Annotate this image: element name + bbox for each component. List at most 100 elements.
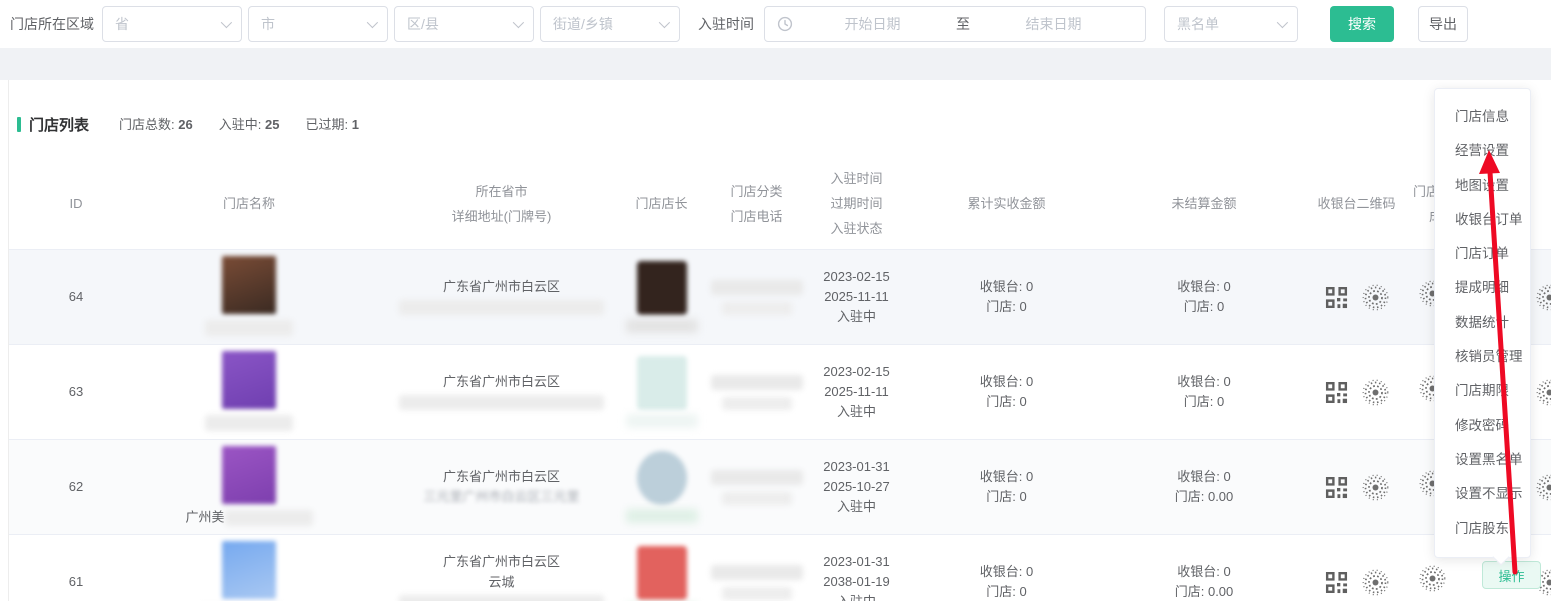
cell-manager — [614, 356, 709, 428]
join-time-label: 入驻时间 — [698, 14, 754, 34]
menu-item-8[interactable]: 核销员管理 — [1435, 340, 1530, 374]
stat-item: 门店总数: 26 — [119, 117, 193, 132]
chevron-down-icon — [221, 17, 232, 28]
blacklist-select[interactable]: 黑名单 — [1164, 6, 1298, 42]
export-button[interactable]: 导出 — [1418, 6, 1468, 42]
column-header: 收银台二维码 — [1304, 192, 1409, 217]
menu-item-2[interactable]: 经营设置 — [1435, 134, 1530, 168]
cell-id: 64 — [9, 287, 109, 307]
column-header: 所在省市 详细地址(门牌号) — [389, 180, 614, 229]
district-select[interactable]: 区/县 — [394, 6, 534, 42]
mini-program-code-icon[interactable] — [1362, 569, 1389, 596]
qr-code-icon[interactable] — [1325, 571, 1348, 594]
mini-program-code-icon[interactable] — [1419, 565, 1446, 592]
menu-item-4[interactable]: 收银台订单 — [1435, 203, 1530, 237]
menu-item-11[interactable]: 设置黑名单 — [1435, 443, 1530, 477]
row-action-button[interactable]: 操作 — [1482, 561, 1541, 589]
redacted-store-name — [225, 510, 313, 526]
cell-cashier-qrcodes — [1304, 379, 1409, 406]
redacted-store-name — [205, 415, 293, 431]
redacted-phone — [722, 302, 792, 315]
cell-manager — [614, 451, 709, 523]
qr-code-icon[interactable] — [1325, 381, 1348, 404]
search-button[interactable]: 搜索 — [1330, 6, 1394, 42]
column-header: 门店店长 — [614, 192, 709, 217]
cell-paid-amount: 收银台: 0 门店: 0 — [909, 277, 1104, 317]
cell-unsettled-amount: 收银台: 0 门店: 0.00 — [1104, 467, 1304, 507]
mini-program-code-icon[interactable] — [1536, 474, 1551, 501]
cell-dates: 2023-02-15 2025-11-11 入驻中 — [804, 267, 909, 327]
cell-store-name — [109, 256, 389, 337]
qr-code-icon[interactable] — [1325, 476, 1348, 499]
menu-item-12[interactable]: 设置不显示 — [1435, 477, 1530, 511]
city-select[interactable]: 市 — [248, 6, 388, 42]
mini-program-code-icon[interactable] — [1362, 379, 1389, 406]
manager-avatar — [637, 451, 687, 505]
menu-item-6[interactable]: 提成明细 — [1435, 271, 1530, 305]
qr-code-icon[interactable] — [1325, 286, 1348, 309]
column-header: 门店分类 门店电话 — [709, 180, 804, 229]
stats-row: 门店总数: 26入驻中: 25已过期: 1 — [119, 114, 385, 134]
cell-paid-amount: 收银台: 0 门店: 0 — [909, 372, 1104, 412]
column-header: 入驻时间 过期时间 入驻状态 — [804, 167, 909, 241]
cell-category-phone — [709, 375, 804, 410]
cell-category-phone — [709, 280, 804, 315]
mini-program-code-icon[interactable] — [1536, 284, 1551, 311]
join-date-range-input[interactable]: 开始日期 至 结束日期 — [764, 6, 1146, 42]
redacted-address — [399, 395, 604, 410]
list-header: 门店列表 门店总数: 26入驻中: 25已过期: 1 — [17, 114, 1551, 134]
cell-manager — [614, 261, 709, 333]
cell-id: 63 — [9, 382, 109, 402]
menu-item-9[interactable]: 门店期限 — [1435, 374, 1530, 408]
cell-store-name: 成 — [109, 541, 389, 601]
redacted-address — [399, 595, 604, 601]
store-logo-image — [222, 541, 276, 599]
menu-item-13[interactable]: 门店股东 — [1435, 512, 1530, 546]
mini-program-code-icon[interactable] — [1362, 284, 1389, 311]
redacted-address — [399, 300, 604, 315]
table-row: 62 广州美 广东省广州市白云区 三元里广州市白云区三元里 2023-01-31… — [9, 440, 1551, 535]
cell-dates: 2023-01-31 2038-01-19 入驻中 — [804, 552, 909, 601]
mini-program-code-icon[interactable] — [1536, 379, 1551, 406]
menu-item-10[interactable]: 修改密码 — [1435, 409, 1530, 443]
cell-address: 广东省广州市白云区 — [389, 277, 614, 317]
menu-item-1[interactable]: 门店信息 — [1435, 100, 1530, 134]
cell-manager — [614, 546, 709, 601]
page-background-band — [0, 48, 1551, 80]
redacted-manager-name — [626, 509, 698, 523]
redacted-category — [711, 565, 803, 580]
column-header: 门店名称 — [109, 192, 389, 217]
redacted-category — [711, 280, 803, 295]
province-select[interactable]: 省 — [102, 6, 242, 42]
chevron-down-icon — [367, 17, 378, 28]
redacted-phone — [722, 587, 792, 600]
end-date-placeholder[interactable]: 结束日期 — [974, 14, 1133, 34]
cell-unsettled-amount: 收银台: 0 门店: 0 — [1104, 277, 1304, 317]
stat-item: 已过期: 1 — [305, 117, 358, 132]
redacted-store-name — [205, 320, 293, 336]
page-title: 门店列表 — [29, 114, 89, 135]
cell-address: 广东省广州市白云区 云城 — [389, 552, 614, 601]
redacted-phone — [722, 397, 792, 410]
menu-item-5[interactable]: 门店订单 — [1435, 237, 1530, 271]
column-header: ID — [9, 192, 109, 217]
redacted-category — [711, 470, 803, 485]
cell-cashier-qrcodes — [1304, 569, 1409, 596]
mini-program-code-icon[interactable] — [1362, 474, 1389, 501]
cell-unsettled-amount: 收银台: 0 门店: 0 — [1104, 372, 1304, 412]
start-date-placeholder[interactable]: 开始日期 — [793, 14, 952, 34]
menu-item-3[interactable]: 地图设置 — [1435, 169, 1530, 203]
cell-store-name: 广州美 — [109, 446, 389, 528]
cell-paid-amount: 收银台: 0 门店: 0 — [909, 467, 1104, 507]
manager-avatar — [637, 356, 687, 410]
cell-dates: 2023-02-15 2025-11-11 入驻中 — [804, 362, 909, 422]
store-logo-image — [222, 351, 276, 409]
region-selects: 省 市 区/县 街道/乡镇 — [102, 6, 686, 42]
store-list-card: 门店列表 门店总数: 26入驻中: 25已过期: 1 ID门店名称所在省市 详细… — [8, 80, 1551, 601]
redacted-category — [711, 375, 803, 390]
table-header-row: ID门店名称所在省市 详细地址(门牌号)门店店长门店分类 门店电话入驻时间 过期… — [9, 160, 1551, 250]
cell-store-name — [109, 351, 389, 432]
street-select[interactable]: 街道/乡镇 — [540, 6, 680, 42]
cell-id: 62 — [9, 477, 109, 497]
menu-item-7[interactable]: 数据统计 — [1435, 306, 1530, 340]
